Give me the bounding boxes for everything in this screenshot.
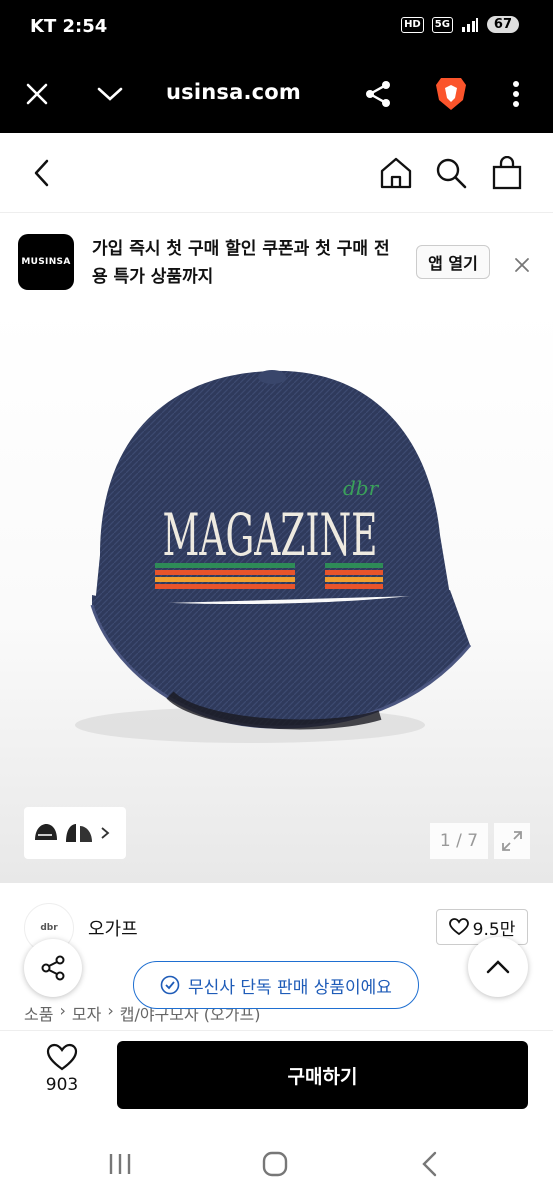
breadcrumb-item[interactable]: 소품 bbox=[24, 1001, 53, 1025]
system-nav-bar bbox=[0, 1132, 553, 1200]
thumbnail-1[interactable] bbox=[32, 822, 60, 844]
battery-indicator: 67 bbox=[486, 16, 519, 33]
close-icon[interactable] bbox=[508, 251, 536, 279]
breadcrumb-separator: › bbox=[59, 1001, 66, 1020]
url-bar[interactable]: usinsa.com bbox=[166, 80, 301, 104]
heart-icon bbox=[46, 1043, 78, 1071]
home-icon[interactable] bbox=[378, 153, 414, 193]
product-image: MAGAZINE dbr bbox=[75, 370, 472, 743]
share-icon bbox=[41, 955, 65, 981]
more-vert-icon[interactable] bbox=[498, 76, 534, 112]
chevron-up-icon bbox=[486, 960, 510, 974]
app-promo-banner: MUSINSA 가입 즉시 첫 구매 할인 쿠폰과 첫 구매 전용 특가 상품까… bbox=[0, 213, 553, 305]
brave-lion-icon[interactable] bbox=[433, 76, 469, 112]
open-app-button[interactable]: 앱 열기 bbox=[416, 245, 490, 279]
signal-icon bbox=[461, 17, 478, 32]
close-icon[interactable] bbox=[19, 76, 55, 112]
recent-apps-icon[interactable] bbox=[100, 1146, 140, 1182]
search-icon[interactable] bbox=[433, 153, 469, 193]
product-info: dbr 오가프 9.5만 소품 › 모자 › 캡/야구모자 (오가프) 무신사 … bbox=[0, 883, 553, 1030]
heart-icon bbox=[448, 918, 469, 936]
status-bar: KT 2:54 HD 5G 67 bbox=[0, 0, 553, 56]
brand-name[interactable]: 오가프 bbox=[88, 915, 138, 941]
brand-like-button[interactable]: 9.5만 bbox=[436, 909, 528, 945]
share-button[interactable] bbox=[24, 939, 82, 997]
scroll-top-button[interactable] bbox=[468, 937, 528, 997]
wishlist-count: 903 bbox=[45, 1075, 79, 1095]
site-header bbox=[0, 133, 553, 213]
like-count: 9.5만 bbox=[472, 919, 516, 940]
cap-embroidery-text: MAGAZINE bbox=[163, 501, 378, 569]
expand-icon[interactable] bbox=[494, 823, 530, 859]
carrier-time: KT 2:54 bbox=[30, 16, 108, 37]
chevron-down-icon[interactable] bbox=[92, 76, 128, 112]
buy-button[interactable]: 구매하기 bbox=[117, 1041, 528, 1109]
check-circle-icon bbox=[160, 975, 180, 995]
browser-toolbar: usinsa.com bbox=[0, 56, 553, 133]
breadcrumb-item[interactable]: 모자 bbox=[72, 1001, 101, 1025]
musinsa-logo: MUSINSA bbox=[18, 234, 74, 290]
breadcrumb-separator: › bbox=[107, 1001, 114, 1020]
hd-indicator: HD bbox=[401, 16, 424, 33]
promo-text: 가입 즉시 첫 구매 할인 쿠폰과 첫 구매 전용 특가 상품까지 bbox=[92, 239, 390, 287]
exclusive-text: 무신사 단독 판매 상품이에요 bbox=[188, 977, 392, 998]
status-icons: HD 5G 67 bbox=[401, 16, 519, 33]
exclusive-notice: 무신사 단독 판매 상품이에요 bbox=[133, 961, 419, 1009]
thumbnail-2[interactable] bbox=[64, 822, 94, 844]
product-gallery[interactable]: MAGAZINE dbr 1 / 7 bbox=[0, 305, 553, 883]
network-indicator: 5G bbox=[431, 16, 453, 33]
share-icon[interactable] bbox=[360, 76, 396, 112]
back-icon[interactable] bbox=[24, 153, 60, 193]
cap-script-text: dbr bbox=[343, 476, 380, 500]
chevron-right-icon[interactable] bbox=[98, 825, 112, 841]
back-nav-icon[interactable] bbox=[410, 1146, 450, 1182]
purchase-bar: 903 구매하기 bbox=[0, 1030, 553, 1132]
wishlist-button[interactable]: 903 bbox=[34, 1043, 90, 1113]
thumbnail-strip[interactable] bbox=[24, 807, 126, 859]
cart-icon[interactable] bbox=[489, 153, 525, 193]
image-counter: 1 / 7 bbox=[430, 823, 488, 859]
home-button-icon[interactable] bbox=[255, 1146, 295, 1182]
